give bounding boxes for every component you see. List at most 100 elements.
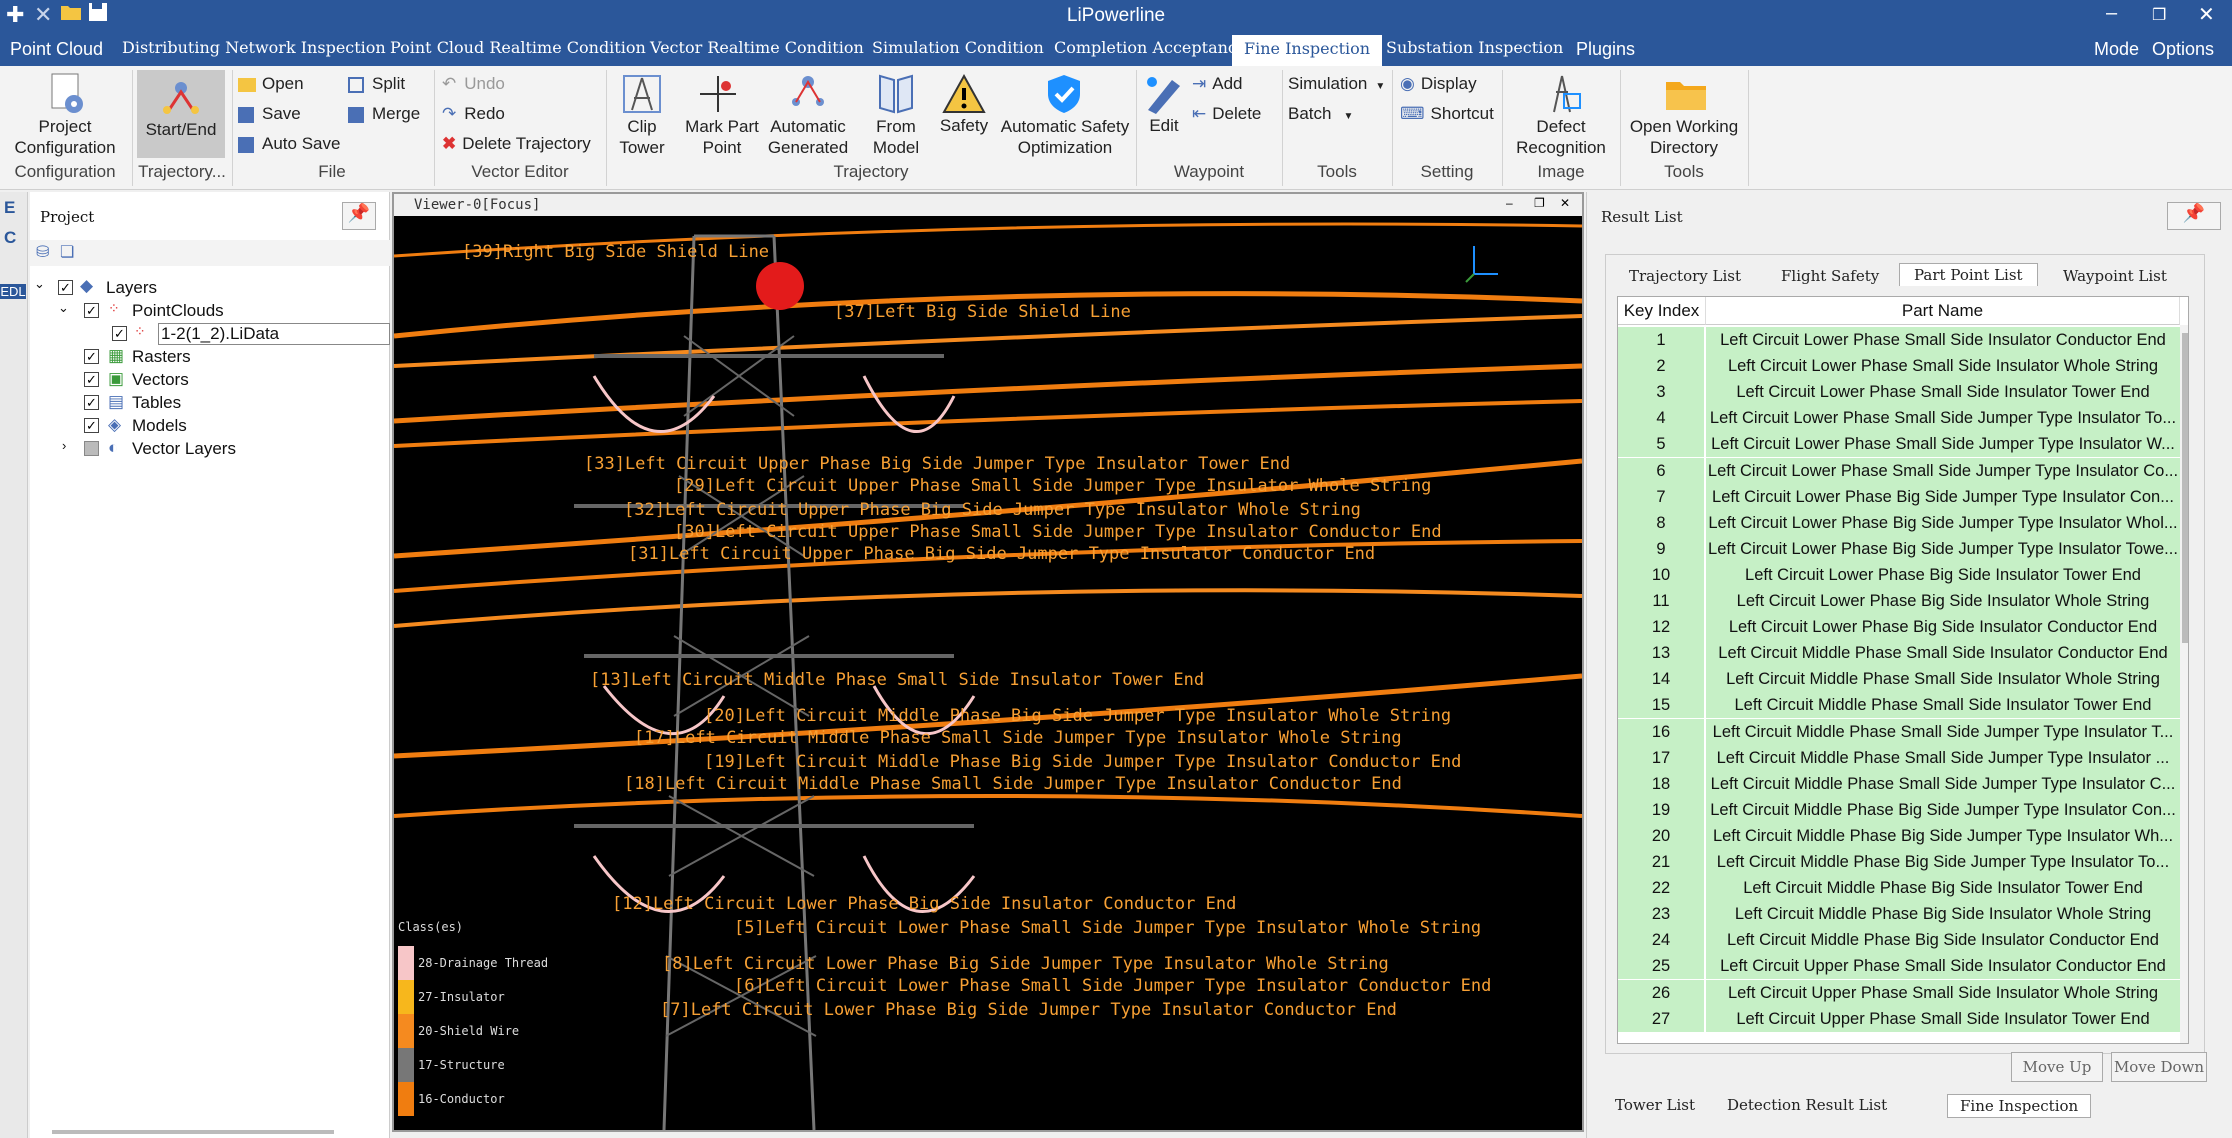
table-row[interactable]: 24 Left Circuit Middle Phase Big Side Ins… [1618, 927, 2188, 954]
tab-trajectory-list[interactable]: Trajectory List [1629, 267, 1741, 285]
table-row[interactable]: 5 Left Circuit Lower Phase Small Side Jum… [1618, 431, 2188, 458]
split-button[interactable]: Split [348, 74, 405, 94]
open-button[interactable]: Open [238, 74, 304, 94]
expand-vector-layers-icon[interactable]: › [62, 438, 66, 453]
table-row[interactable]: 11 Left Circuit Lower Phase Big Side Insu… [1618, 588, 2188, 614]
table-row[interactable]: 23 Left Circuit Middle Phase Big Side Ins… [1618, 901, 2188, 928]
pin-icon[interactable]: 📌 [2167, 202, 2221, 230]
delete-trajectory-button[interactable]: ✖ Delete Trajectory [442, 134, 591, 154]
table-row[interactable]: 4 Left Circuit Lower Phase Small Side Jum… [1618, 405, 2188, 432]
waypoint-add-button[interactable]: ⇥ Add [1192, 74, 1243, 94]
table-row[interactable]: 20 Left Circuit Middle Phase Big Side Jum… [1618, 822, 2188, 849]
tab-distributing-network-inspection[interactable]: Distributing Network Inspection [122, 38, 386, 57]
table-row[interactable]: 18 Left Circuit Middle Phase Small Side J… [1618, 770, 2188, 797]
mode-menu[interactable]: Mode [2094, 39, 2139, 60]
tab-vector-realtime-condition[interactable]: Vector Realtime Condition [650, 38, 864, 57]
pin-icon[interactable]: 📌 [342, 202, 376, 230]
project-configuration-button[interactable]: Project Configuration [8, 116, 122, 158]
minimize-icon[interactable]: – [2106, 2, 2117, 25]
display-button[interactable]: ◉ Display [1400, 74, 1477, 94]
table-row[interactable]: 12 Left Circuit Lower Phase Big Side Insu… [1618, 614, 2188, 641]
start-end-button[interactable]: Start/End [137, 70, 225, 158]
waypoint-delete-button[interactable]: ⇤ Delete [1192, 104, 1261, 124]
batch-dropdown[interactable]: Batch ▼ [1288, 104, 1353, 124]
tree-lidata-file[interactable]: 1-2(1_2).LiData [158, 323, 390, 345]
move-up-button[interactable]: Move Up [2011, 1052, 2103, 1082]
waypoint-edit-button[interactable]: Edit [1138, 116, 1190, 136]
tree-layers[interactable]: Layers [106, 278, 157, 298]
tree-models[interactable]: Models [132, 416, 187, 436]
table-row[interactable]: 8 Left Circuit Lower Phase Big Side Jumpe… [1618, 509, 2188, 536]
open-working-directory-button[interactable]: Open Working Directory [1622, 116, 1746, 158]
column-header-key-index[interactable]: Key Index [1618, 297, 1706, 325]
tab-tower-list[interactable]: Tower List [1615, 1096, 1695, 1114]
lidata-checkbox[interactable]: ✓ [112, 326, 127, 341]
table-row[interactable]: 2 Left Circuit Lower Phase Small Side Ins… [1618, 353, 2188, 380]
simulation-dropdown[interactable]: Simulation ▼ [1288, 74, 1385, 94]
tree-vectors[interactable]: Vectors [132, 370, 189, 390]
tables-checkbox[interactable]: ✓ [84, 395, 99, 410]
redo-button[interactable]: ↷ Redo [442, 104, 505, 124]
tab-fine-inspection-bottom[interactable]: Fine Inspection [1947, 1094, 2092, 1118]
tree-vector-layers[interactable]: Vector Layers [132, 439, 236, 459]
table-row[interactable]: 15 Left Circuit Middle Phase Small Side I… [1618, 692, 2188, 719]
table-row[interactable]: 9 Left Circuit Lower Phase Big Side Jumpe… [1618, 535, 2188, 562]
tab-point-cloud[interactable]: Point Cloud [10, 39, 103, 60]
table-row[interactable]: 14 Left Circuit Middle Phase Small Side I… [1618, 666, 2188, 693]
undo-button[interactable]: ↶ Undo [442, 74, 505, 94]
tab-simulation-condition[interactable]: Simulation Condition [872, 38, 1044, 57]
table-row[interactable]: 7 Left Circuit Lower Phase Big Side Jumpe… [1618, 483, 2188, 510]
viewer-restore-icon[interactable]: ❐ [1534, 196, 1545, 210]
pointclouds-checkbox[interactable]: ✓ [84, 303, 99, 318]
shortcut-button[interactable]: ⌨ Shortcut [1400, 104, 1494, 124]
tab-fine-inspection[interactable]: Fine Inspection [1232, 35, 1383, 66]
table-row[interactable]: 25 Left Circuit Upper Phase Small Side In… [1618, 953, 2188, 980]
tab-flight-safety[interactable]: Flight Safety [1781, 267, 1879, 285]
scrollbar-thumb[interactable] [2182, 333, 2188, 643]
viewer-minimize-icon[interactable]: – [1506, 196, 1513, 210]
table-row[interactable]: 16 Left Circuit Middle Phase Small Side J… [1618, 718, 2188, 745]
tab-detection-result-list[interactable]: Detection Result List [1727, 1096, 1887, 1114]
table-scrollbar[interactable] [2180, 325, 2188, 1043]
vector-layers-checkbox[interactable] [84, 441, 99, 456]
side-letter-c[interactable]: C [4, 228, 16, 248]
tab-plugins[interactable]: Plugins [1576, 39, 1635, 60]
side-letter-edl[interactable]: EDL [0, 284, 26, 299]
mark-part-point-button[interactable]: Mark Part Point [676, 116, 768, 158]
clip-tower-button[interactable]: Clip Tower [606, 116, 678, 158]
tab-waypoint-list[interactable]: Waypoint List [2063, 267, 2167, 285]
from-model-button[interactable]: From Model [856, 116, 936, 158]
expand-layers-icon[interactable]: ⌄ [34, 276, 45, 292]
tab-completion-acceptance[interactable]: Completion Acceptance [1054, 38, 1246, 57]
options-menu[interactable]: Options [2152, 39, 2214, 60]
layer-toolbar-icon[interactable]: ⛁ [36, 242, 49, 262]
window-toolbar-icon[interactable]: ❏ [60, 242, 74, 262]
restore-icon[interactable]: ❐ [2152, 5, 2166, 25]
table-row[interactable]: 19 Left Circuit Middle Phase Big Side Jum… [1618, 796, 2188, 823]
tab-substation-inspection[interactable]: Substation Inspection [1386, 38, 1563, 57]
table-row[interactable]: 3 Left Circuit Lower Phase Small Side Ins… [1618, 379, 2188, 406]
viewer-close-icon[interactable]: ✕ [1560, 196, 1570, 210]
defect-recognition-button[interactable]: Defect Recognition [1504, 116, 1618, 158]
table-row[interactable]: 22 Left Circuit Middle Phase Big Side Ins… [1618, 875, 2188, 902]
safety-button[interactable]: Safety [932, 116, 996, 136]
table-row[interactable]: 10 Left Circuit Lower Phase Big Side Insu… [1618, 561, 2188, 588]
horizontal-scrollbar[interactable] [52, 1130, 334, 1134]
save-button[interactable]: Save [238, 104, 301, 124]
side-letter-e[interactable]: E [4, 198, 15, 218]
table-row[interactable]: 17 Left Circuit Middle Phase Small Side J… [1618, 744, 2188, 771]
table-row[interactable]: 1 Left Circuit Lower Phase Small Side Ins… [1618, 327, 2188, 353]
table-row[interactable]: 21 Left Circuit Middle Phase Big Side Jum… [1618, 849, 2188, 875]
merge-button[interactable]: Merge [348, 104, 420, 124]
tree-pointclouds[interactable]: PointClouds [132, 301, 224, 321]
rasters-checkbox[interactable]: ✓ [84, 349, 99, 364]
table-row[interactable]: 27 Left Circuit Upper Phase Small Side In… [1618, 1005, 2188, 1032]
automatic-generated-button[interactable]: Automatic Generated [762, 116, 854, 158]
viewer-3d[interactable]: Viewer-0[Focus] – ❐ ✕ [39]Right Big Side… [392, 192, 1584, 1132]
table-row[interactable]: 13 Left Circuit Middle Phase Small Side I… [1618, 640, 2188, 667]
table-row[interactable]: 6 Left Circuit Lower Phase Small Side Jum… [1618, 457, 2188, 484]
expand-pointclouds-icon[interactable]: ⌄ [58, 300, 69, 316]
tree-tables[interactable]: Tables [132, 393, 181, 413]
tab-part-point-list[interactable]: Part Point List [1899, 263, 2038, 286]
layers-checkbox[interactable]: ✓ [58, 280, 73, 295]
